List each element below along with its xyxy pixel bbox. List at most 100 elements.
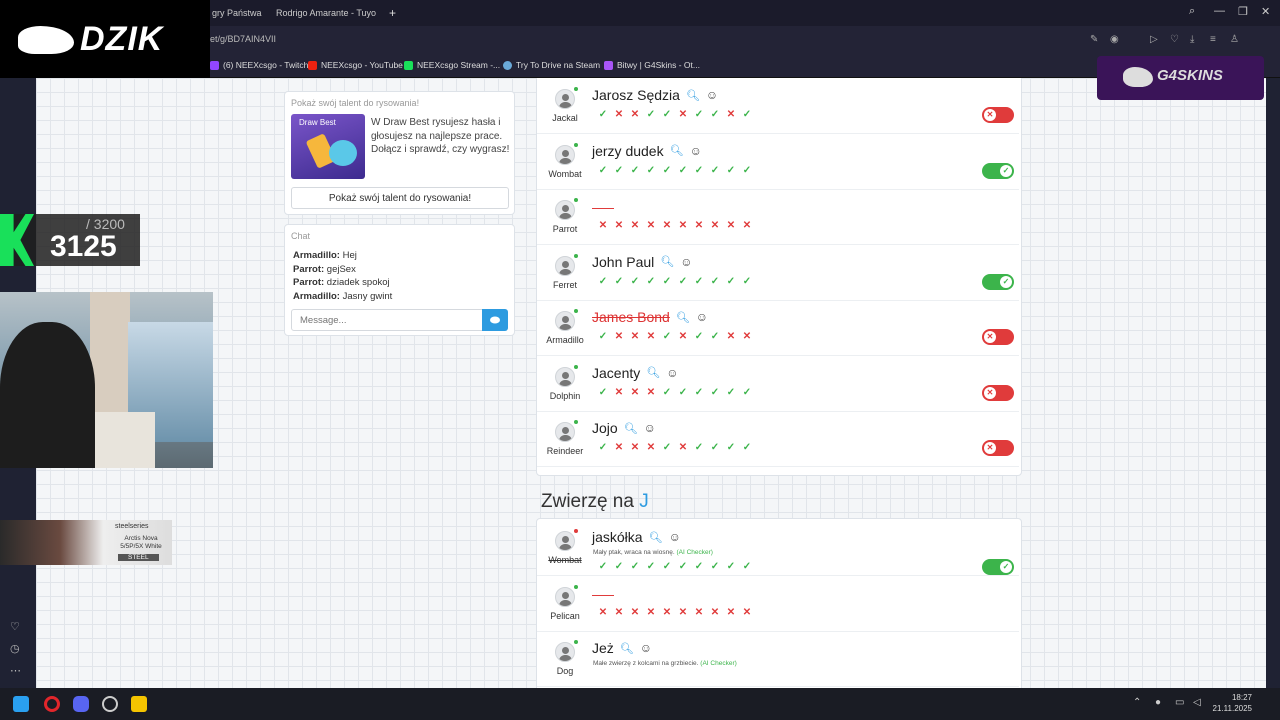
history-icon[interactable]: ◷ bbox=[10, 642, 20, 655]
search-icon[interactable]: 🔍︎ bbox=[620, 642, 634, 655]
chat-text: dziadek spokoj bbox=[324, 277, 390, 288]
emoji-icon[interactable]: ☺ bbox=[690, 144, 702, 158]
search-icon[interactable]: 🔍︎ bbox=[646, 366, 660, 379]
clock-time: 18:27 bbox=[1231, 693, 1252, 702]
check-icon: ✓ bbox=[710, 561, 720, 572]
search-icon[interactable]: 🔍︎ bbox=[676, 311, 690, 324]
accept-toggle[interactable]: ✕ bbox=[982, 107, 1014, 123]
search-icon[interactable]: ⌕ bbox=[1189, 5, 1195, 18]
search-icon[interactable]: 🔍︎ bbox=[624, 422, 638, 435]
search-icon[interactable]: 🔍︎ bbox=[649, 531, 663, 544]
brand-text: DZIK bbox=[80, 20, 164, 58]
accept-toggle[interactable]: ✓ bbox=[982, 162, 1014, 179]
new-tab-button[interactable]: + bbox=[389, 4, 401, 22]
player-name: Wombat bbox=[548, 168, 582, 179]
emoji-icon[interactable]: ☺ bbox=[666, 366, 678, 380]
avatar bbox=[555, 89, 575, 109]
cross-icon: ✕ bbox=[646, 331, 656, 342]
clock[interactable]: 18:27 21.11.2025 bbox=[1213, 692, 1252, 714]
emoji-icon[interactable]: ☺ bbox=[680, 255, 692, 269]
bookmark-stream[interactable]: NEEXcsgo Stream -... bbox=[404, 60, 500, 70]
minimize-button[interactable]: — bbox=[1214, 5, 1225, 17]
bookmark-steam[interactable]: Try To Drive na Steam bbox=[503, 60, 600, 70]
download-icon[interactable]: ⤓ bbox=[1190, 34, 1194, 45]
check-icon: ✓ bbox=[694, 442, 704, 453]
cross-icon: ✕ bbox=[646, 442, 656, 453]
volume-icon[interactable]: ◁ bbox=[1193, 697, 1201, 708]
answers-panel: Jackal Jarosz Sędzia 🔍︎ ☺ ✓ ✕ ✕ ✓ ✓ ✕ ✓ ✓ ✕ ✓ ✕ Wombat j… bbox=[536, 78, 1022, 476]
tab-game[interactable]: gry Państwa M bbox=[212, 4, 264, 22]
chat-message: Armadillo: Hej bbox=[293, 249, 392, 263]
emoji-icon[interactable]: ☺ bbox=[706, 88, 718, 102]
search-icon[interactable]: 🔍︎ bbox=[670, 144, 684, 157]
accept-toggle[interactable]: ✓ bbox=[982, 559, 1014, 575]
message-icon bbox=[490, 316, 500, 324]
accept-toggle[interactable]: ✕ bbox=[982, 440, 1014, 456]
avatar bbox=[555, 200, 575, 220]
scrollbar[interactable] bbox=[1266, 78, 1280, 688]
more-icon[interactable]: ⋯ bbox=[10, 664, 21, 677]
send-button[interactable] bbox=[482, 309, 508, 331]
emoji-icon[interactable]: ☺ bbox=[644, 421, 656, 435]
maximize-button[interactable]: ❐ bbox=[1238, 5, 1248, 18]
votes: ✓ ✓ ✓ ✓ ✓ ✓ ✓ ✓ ✓ ✓ bbox=[595, 276, 755, 287]
emoji-icon[interactable]: ☺ bbox=[696, 310, 708, 324]
player-name: Dolphin bbox=[549, 390, 581, 401]
accept-toggle[interactable]: ✕ bbox=[982, 329, 1014, 345]
cross-icon: ✕ bbox=[630, 386, 640, 398]
cross-icon: ✕ bbox=[742, 331, 752, 342]
draw-best-button[interactable]: Pokaż swój talent do rysowania! bbox=[291, 187, 509, 209]
close-button[interactable]: ✕ bbox=[1261, 5, 1270, 18]
avatar bbox=[555, 642, 575, 662]
avatar bbox=[555, 255, 575, 276]
search-icon[interactable]: 🔍︎ bbox=[660, 255, 674, 268]
edit-icon[interactable]: ✎ bbox=[1090, 34, 1098, 45]
bookmark-youtube[interactable]: NEEXcsgo - YouTube bbox=[308, 60, 403, 70]
cross-icon: ✕ bbox=[678, 331, 688, 342]
taskbar: ⌃ ● ▭ ◁ 18:27 21.11.2025 bbox=[0, 688, 1280, 720]
bookmark-label: (6) NEEXcsgo - Twitch bbox=[223, 60, 309, 70]
app-icon[interactable] bbox=[131, 696, 147, 712]
accept-toggle[interactable]: ✕ bbox=[982, 384, 1014, 401]
check-icon: ✓ bbox=[678, 164, 688, 176]
answer-text: John Paul 🔍︎ ☺ bbox=[592, 254, 693, 270]
cross-icon: ✕ bbox=[598, 606, 608, 618]
heart-icon[interactable]: ♡ bbox=[1170, 34, 1179, 45]
g4skins-logo-icon bbox=[1123, 67, 1153, 87]
url-field[interactable]: et/g/BD7AIN4VII bbox=[210, 34, 276, 44]
emoji-icon[interactable]: ☺ bbox=[640, 641, 652, 655]
player-name: Parrot bbox=[552, 224, 578, 234]
search-icon[interactable]: 🔍︎ bbox=[686, 89, 700, 102]
camera-icon[interactable]: ◉ bbox=[1110, 34, 1119, 45]
windows-start-icon[interactable] bbox=[13, 696, 29, 712]
cross-icon: ✕ bbox=[630, 442, 640, 453]
heart-icon[interactable]: ♡ bbox=[10, 620, 20, 633]
bed bbox=[95, 412, 155, 468]
play-icon[interactable]: ▷ bbox=[1150, 34, 1158, 45]
profile-icon[interactable]: ♙ bbox=[1230, 34, 1239, 45]
check-icon: ✓ bbox=[598, 331, 608, 342]
bookmark-g4skins[interactable]: Bitwy | G4Skins - Ot... bbox=[604, 60, 700, 70]
check-icon: ✓ bbox=[678, 561, 688, 572]
discord-icon[interactable] bbox=[73, 696, 89, 712]
accept-toggle[interactable]: ✓ bbox=[982, 273, 1014, 290]
answer-word: Jojo bbox=[592, 420, 618, 436]
network-icon[interactable]: ▭ bbox=[1175, 697, 1184, 708]
menu-icon[interactable]: ≡ bbox=[1210, 34, 1216, 45]
check-icon: ✓ bbox=[710, 275, 720, 287]
chat-message: Parrot: gejSex bbox=[293, 263, 392, 277]
online-status-dot bbox=[574, 420, 578, 424]
obs-icon[interactable] bbox=[102, 696, 118, 712]
check-icon: ✓ bbox=[726, 275, 736, 287]
cross-icon: ✕ bbox=[646, 386, 656, 398]
opera-icon[interactable] bbox=[44, 696, 60, 712]
chevron-up-icon[interactable]: ⌃ bbox=[1133, 697, 1141, 708]
draw-best-image[interactable]: Draw Best bbox=[291, 114, 365, 179]
mic-icon[interactable]: ● bbox=[1155, 697, 1161, 708]
chat-input[interactable] bbox=[291, 309, 483, 331]
tab-youtube[interactable]: Rodrigo Amarante - Tuyo bbox=[272, 4, 376, 22]
bookmark-twitch[interactable]: (6) NEEXcsgo - Twitch bbox=[210, 60, 308, 70]
emoji-icon[interactable]: ☺ bbox=[669, 530, 681, 544]
online-status-dot bbox=[574, 142, 578, 147]
check-icon: ✓ bbox=[694, 275, 704, 287]
